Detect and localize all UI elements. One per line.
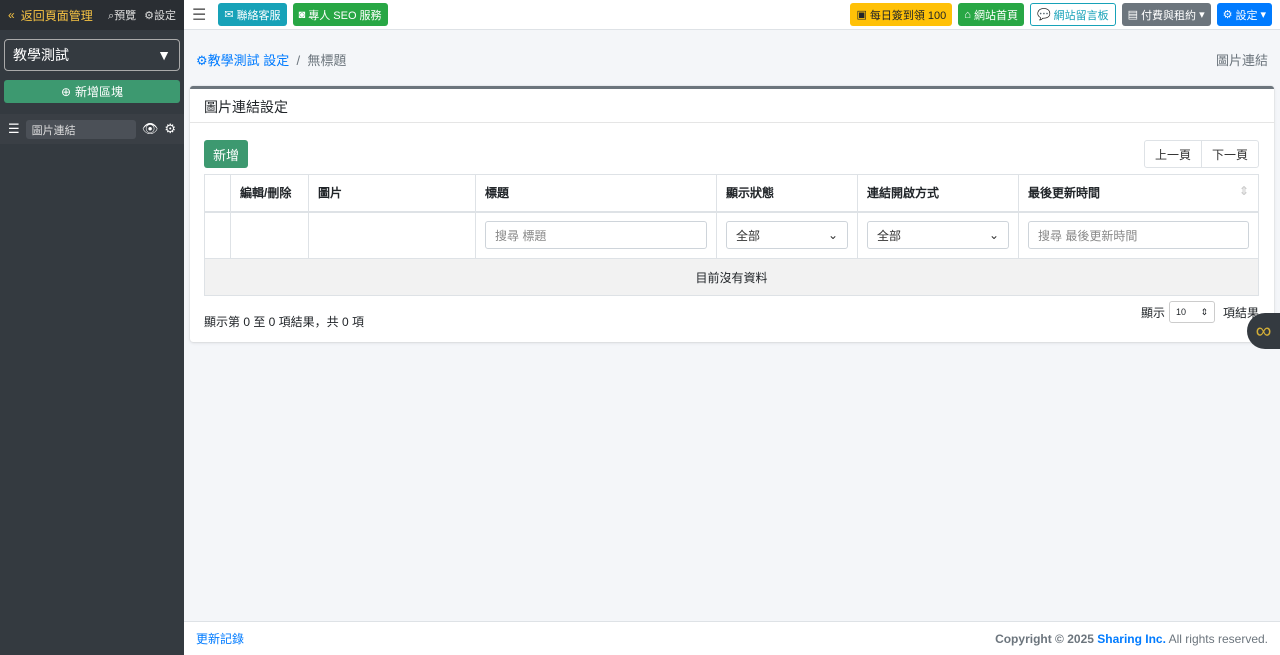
id-card-icon: ▤ [1127,9,1139,21]
breadcrumb-current: 無標題 [307,53,347,68]
plus-circle-icon: ⊕ [60,84,72,99]
prev-page-button[interactable]: 上一頁 [1145,141,1201,167]
infinity-icon[interactable]: ∞ [1247,313,1280,349]
contact-button[interactable]: ✉ 聯絡客服 [218,3,287,26]
sort-icon: ⇕ [1200,306,1208,317]
site-select[interactable]: 教學測試 ▼ [4,39,180,71]
board-button[interactable]: 💬 網站留言板 [1029,3,1116,26]
menu-icon[interactable]: ☰ [192,5,206,25]
home-icon: ⌂ [964,8,971,21]
data-table: 編輯/刪除 圖片 標題 顯示狀態 連結開啟方式 最後更新時間 ⇕ 搜尋 標題 全部… [204,174,1259,296]
status-select[interactable]: 全部 ⌄ [726,221,848,250]
col-updated[interactable]: 最後更新時間 ⇕ [1018,174,1259,213]
breadcrumb: ⚙教學測試 設定 / 無標題 [196,53,347,68]
caret-down-icon: ▾ [1199,9,1205,21]
open-mode-select[interactable]: 全部 ⌄ [867,221,1009,250]
col-checkbox [204,174,231,213]
page-length: 顯示 10 ⇕ 項結果 [1141,301,1259,323]
sidebar-item[interactable]: ☰ 圖片連結 👁 ⚙ [0,114,184,144]
settings-link[interactable]: ⚙設定 [144,7,176,23]
drag-handle-icon[interactable]: ☰ [8,121,20,137]
billing-dropdown[interactable]: ▤ 付費與租約 ▾ [1121,3,1211,26]
col-image: 圖片 [308,174,476,213]
pager: 上一頁 下一頁 [1143,140,1259,168]
settings-card: 圖片連結設定 新增 上一頁 下一頁 編輯/刪除 圖片 標題 顯示狀態 連結開啟方式… [190,86,1274,342]
eye-icon[interactable]: 👁 [142,121,159,137]
preview-link[interactable]: ⌕預覽 [108,7,136,23]
time-search-input[interactable]: 搜尋 最後更新時間 [1028,221,1249,250]
settings-dropdown[interactable]: ⚙ 設定 ▾ [1216,3,1272,26]
gear-icon: ⚙ [196,53,208,68]
sidebar: «返回頁面管理 ⌕預覽 ⚙設定 教學測試 ▼ ⊕ 新增區塊 ☰ 圖片連結 👁 ⚙ [0,0,184,655]
add-block-button[interactable]: ⊕ 新增區塊 [4,80,180,103]
col-status[interactable]: 顯示狀態 [716,174,858,213]
envelope-icon: ✉ [224,9,234,21]
comments-icon: 💬 [1036,9,1051,21]
breadcrumb-site-link[interactable]: ⚙教學測試 設定 [196,53,289,68]
sort-icon: ⇕ [1238,184,1249,199]
caret-down-icon: ▾ [1260,9,1266,21]
new-button[interactable]: 新增 [204,140,249,168]
home-button[interactable]: ⌂ 網站首頁 [958,3,1024,26]
gear-icon: ⚙ [144,10,154,22]
col-open-mode[interactable]: 連結開啟方式 [857,174,1019,213]
line-icon: ◙ [298,8,306,21]
company-link[interactable]: Sharing Inc. [1097,632,1166,646]
page-label: 圖片連結 [1215,53,1268,68]
col-edit: 編輯/刪除 [230,174,309,213]
chevron-down-icon: ⌄ [988,228,999,243]
checkin-button[interactable]: ▣ 每日簽到領 100 [850,3,953,26]
footer: 更新記錄 Copyright © 2025 Sharing Inc. All r… [184,621,1280,655]
empty-message: 目前沒有資料 [204,258,1259,296]
gear-icon[interactable]: ⚙ [164,121,176,137]
next-page-button[interactable]: 下一頁 [1200,141,1258,167]
title-search-input[interactable]: 搜尋 標題 [485,221,707,250]
double-chevron-left-icon: « [8,8,15,22]
col-title[interactable]: 標題 [475,174,717,213]
chevron-down-icon: ⌄ [827,228,838,243]
table-info: 顯示第 0 至 0 項結果，共 0 項 [204,315,365,329]
topbar: ☰ ✉ 聯絡客服 ◙ 專人 SEO 服務 ▣ 每日簽到領 100 ⌂ 網站首頁 💬 網站留… [184,0,1280,30]
card-title: 圖片連結設定 [190,89,1274,123]
sidebar-item-label[interactable]: 圖片連結 [25,119,136,139]
caret-down-icon: ▼ [157,47,171,63]
calendar-check-icon: ▣ [856,9,867,21]
gear-icon: ⚙ [1222,9,1233,21]
changelog-link[interactable]: 更新記錄 [196,630,244,647]
page-length-select[interactable]: 10 ⇕ [1168,301,1215,323]
back-link[interactable]: «返回頁面管理 [8,7,100,24]
seo-button[interactable]: ◙ 專人 SEO 服務 [292,3,388,26]
